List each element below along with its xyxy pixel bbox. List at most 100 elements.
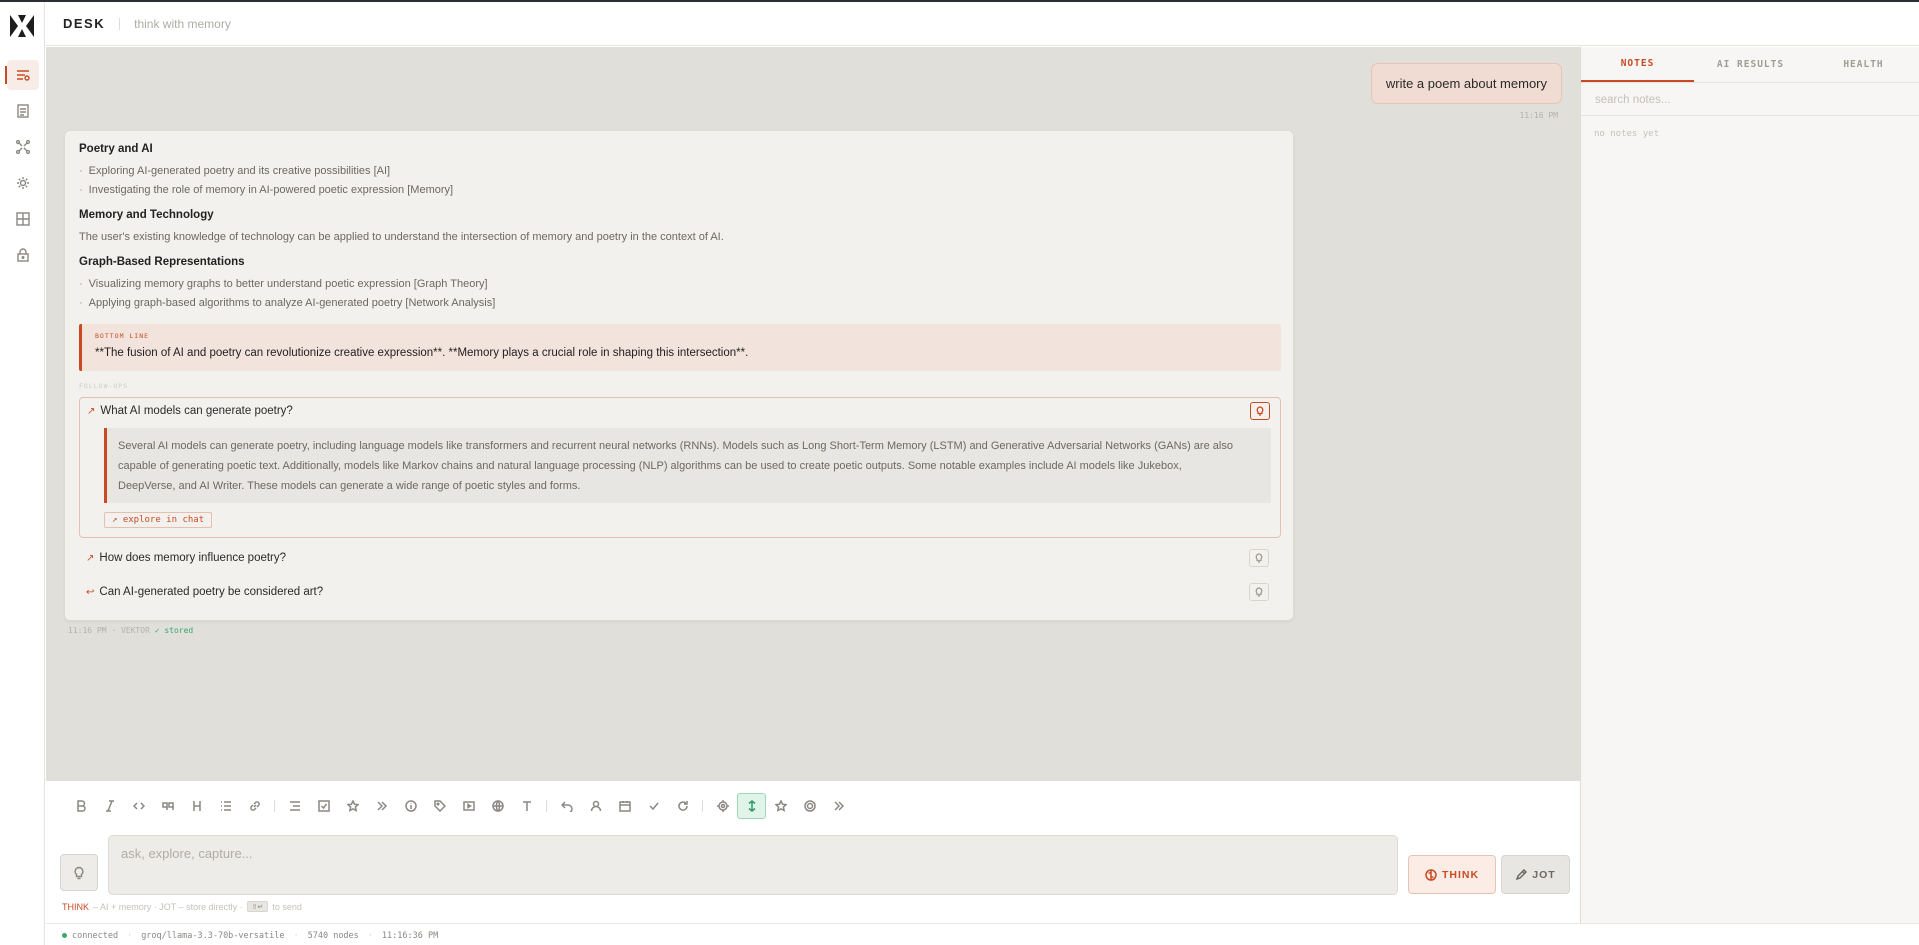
more-button[interactable] [824, 793, 853, 819]
followup-question[interactable]: ↩ Can AI-generated poetry be considered a… [86, 586, 323, 598]
followup-question-text: What AI models can generate poetry? [100, 405, 293, 417]
text-icon [522, 801, 531, 811]
expand-vertical-button[interactable] [737, 793, 766, 819]
status-separator: · [293, 930, 299, 941]
format-toolbar [66, 793, 853, 819]
checkbox-icon [317, 800, 330, 812]
grid-icon [16, 212, 30, 226]
header-divider [119, 17, 121, 30]
list-item-text: Applying graph-based algorithms to analy… [88, 297, 496, 309]
list-item: · Applying graph-based algorithms to anal… [79, 297, 495, 309]
list-button[interactable] [211, 793, 240, 819]
more-icon [833, 801, 844, 811]
arrow-up-right-icon: ↗ [87, 406, 96, 417]
node-count: 5740 nodes [307, 930, 359, 941]
heading-button[interactable] [182, 793, 211, 819]
jot-button[interactable]: JOT [1501, 855, 1570, 894]
toolbar-divider [702, 800, 703, 812]
info-button[interactable] [396, 793, 425, 819]
chat-area[interactable]: write a poem about memory 11:16 PM Poetr… [46, 47, 1580, 781]
italic-button[interactable] [95, 793, 124, 819]
notes-search-input[interactable] [1581, 84, 1919, 116]
jot-button-label: JOT [1532, 868, 1556, 881]
check-icon [648, 802, 659, 811]
connection-dot-icon [62, 933, 67, 938]
list-item-text: Visualizing memory graphs to better unde… [88, 278, 488, 290]
ai-response-card: Poetry and AI · Exploring AI-generated po… [64, 130, 1294, 621]
nav-grid[interactable] [7, 204, 39, 234]
indent-icon [289, 801, 300, 811]
followup-expanded: ↗ What AI models can generate poetry? Sev… [79, 397, 1281, 538]
focus-icon [803, 800, 816, 812]
send-shortcut-key: ⇧↵ [246, 901, 269, 912]
bottom-line-text: **The fusion of AI and poetry can revolu… [95, 347, 749, 359]
person-button[interactable] [581, 793, 610, 819]
status-bar: connected · groq/llama-3.3-70b-versatile… [46, 923, 1919, 945]
lightbulb-icon [1255, 587, 1263, 597]
explore-in-chat-button[interactable]: ↗ explore in chat [104, 512, 213, 528]
star-button[interactable] [338, 793, 367, 819]
target-icon [716, 800, 729, 812]
globe-button[interactable] [483, 793, 512, 819]
link-icon [249, 801, 260, 811]
bottom-line-label: BOTTOM LINE [95, 332, 150, 340]
section-paragraph: The user's existing knowledge of technol… [79, 231, 724, 243]
app-brand: DESK [63, 16, 106, 31]
bullet: · [79, 184, 83, 196]
status-time: 11:16:36 PM [381, 930, 439, 941]
nav-notes[interactable] [7, 96, 39, 126]
tab-notes[interactable]: NOTES [1581, 47, 1694, 82]
indent-button[interactable] [280, 793, 309, 819]
followup-question[interactable]: ↗ What AI models can generate poetry? [87, 405, 293, 417]
followup-bulb-button[interactable] [1249, 549, 1269, 567]
nav-vault[interactable] [7, 240, 39, 270]
toolbar-divider [546, 800, 547, 812]
hint-think-word: THINK [62, 901, 89, 912]
connection-status: connected [72, 930, 119, 941]
target-button[interactable] [708, 793, 737, 819]
refresh-icon [677, 801, 688, 811]
focus-button[interactable] [795, 793, 824, 819]
tag-icon [433, 800, 446, 812]
brain-icon [1425, 868, 1437, 881]
status-separator: · [127, 930, 133, 941]
bold-button[interactable] [66, 793, 95, 819]
italic-icon [105, 800, 114, 812]
sparkle-button[interactable] [766, 793, 795, 819]
nav-chat[interactable] [5, 60, 39, 90]
media-button[interactable] [454, 793, 483, 819]
followup-answer: Several AI models can generate poetry, i… [104, 428, 1271, 503]
suggest-button[interactable] [60, 854, 98, 891]
lightbulb-icon [1256, 406, 1264, 416]
refresh-button[interactable] [668, 793, 697, 819]
text-button[interactable] [512, 793, 541, 819]
followup-bulb-button[interactable] [1250, 402, 1270, 420]
link-button[interactable] [240, 793, 269, 819]
think-button[interactable]: THINK [1408, 855, 1496, 894]
left-rail [0, 2, 45, 945]
code-button[interactable] [124, 793, 153, 819]
response-meta-time: 11:16 PM · VEKTOR [68, 626, 150, 635]
code-icon [132, 802, 145, 810]
return-arrow-icon: ↩ [86, 587, 95, 598]
check-button[interactable] [639, 793, 668, 819]
checkbox-button[interactable] [309, 793, 338, 819]
toolbar-divider [274, 800, 275, 812]
heading-icon [192, 801, 201, 811]
list-item: · Exploring AI-generated poetry and its c… [79, 165, 390, 177]
nav-graph[interactable] [7, 132, 39, 162]
chevrons-button[interactable] [367, 793, 396, 819]
nav-insights[interactable] [7, 168, 39, 198]
tab-health[interactable]: HEALTH [1807, 47, 1919, 82]
calendar-button[interactable] [610, 793, 639, 819]
tab-ai-results[interactable]: AI RESULTS [1694, 47, 1807, 82]
chat-input[interactable] [108, 835, 1398, 895]
quote-button[interactable] [153, 793, 182, 819]
followup-question[interactable]: ↗ How does memory influence poetry? [86, 552, 286, 564]
followup-bulb-button[interactable] [1249, 583, 1269, 601]
tag-button[interactable] [425, 793, 454, 819]
quote-icon [161, 802, 174, 810]
undo-button[interactable] [552, 793, 581, 819]
undo-icon [560, 801, 573, 812]
pencil-icon [1516, 868, 1528, 880]
